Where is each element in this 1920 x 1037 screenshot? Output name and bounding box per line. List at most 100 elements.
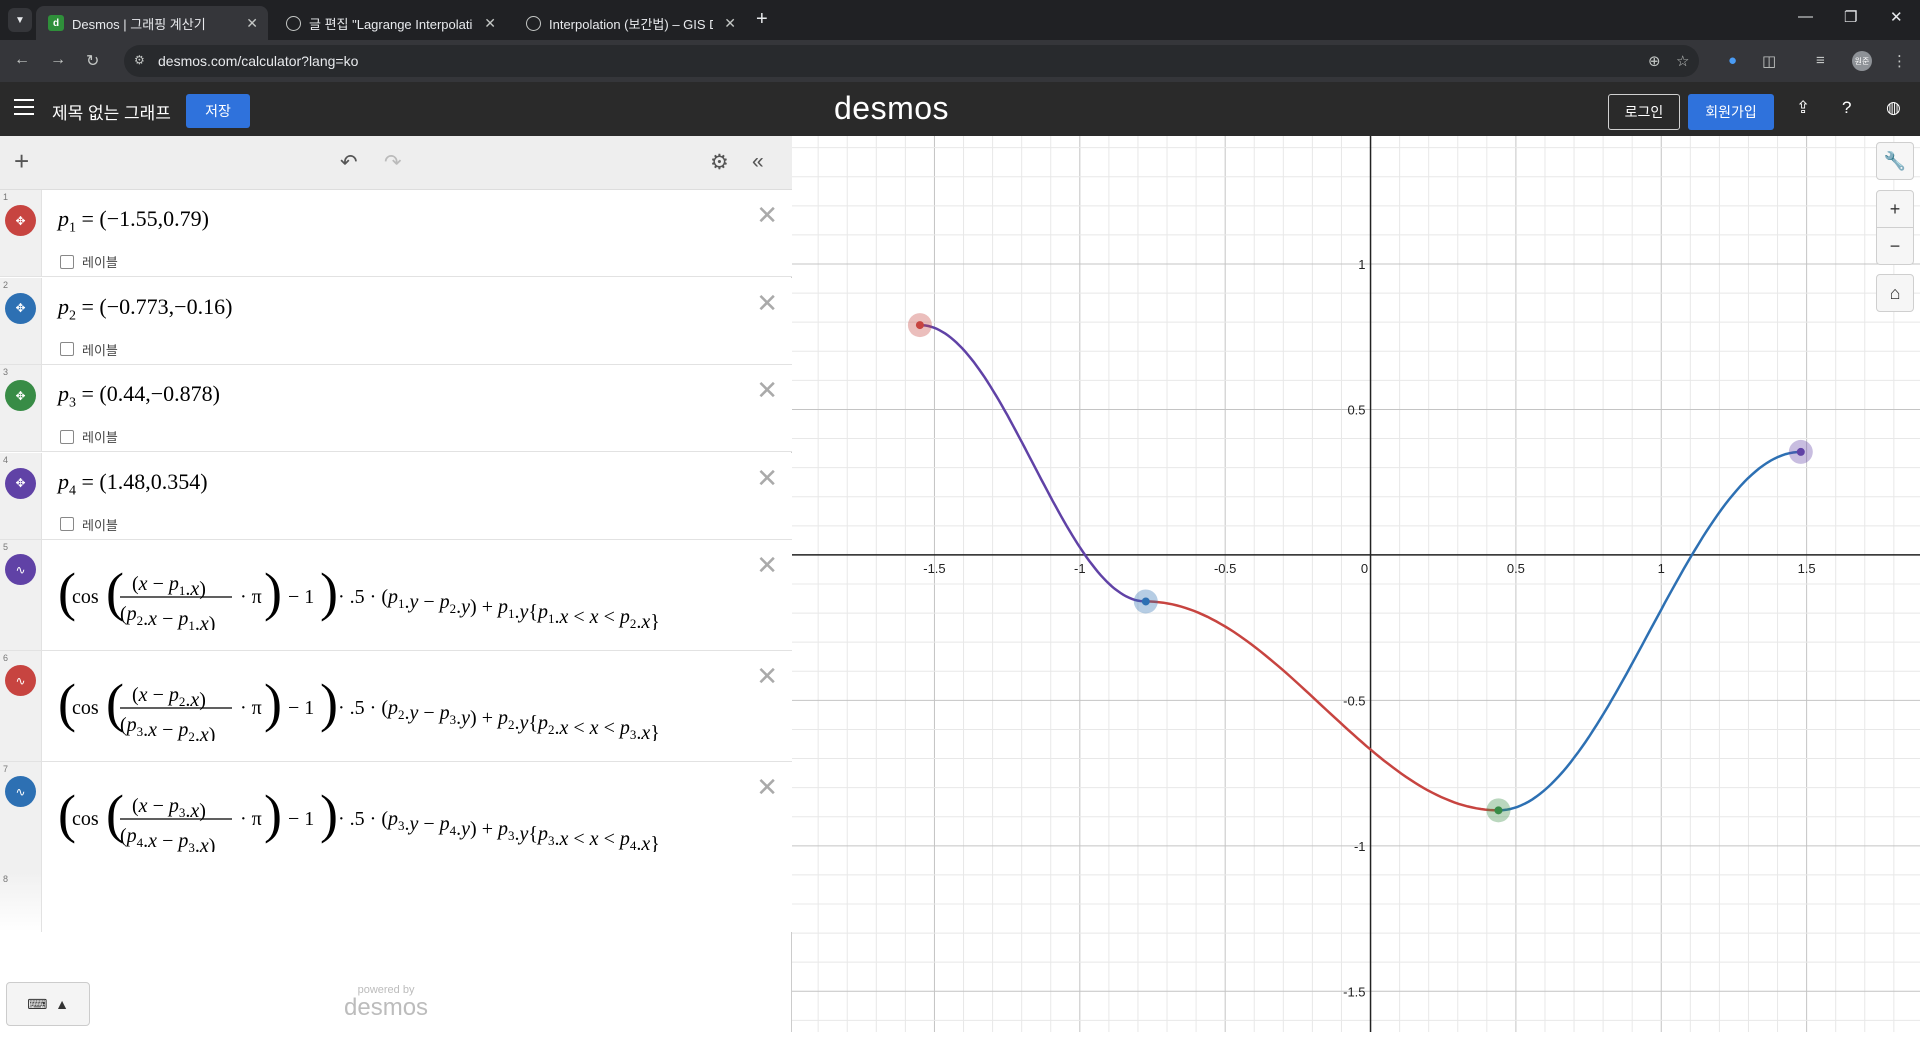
delete-expression-icon[interactable]: ✕	[756, 200, 778, 231]
svg-text:(x − p3.x): (x − p3.x)	[132, 795, 206, 822]
graph-title[interactable]: 제목 없는 그래프	[52, 99, 171, 124]
window-close-icon[interactable]: ✕	[1890, 8, 1903, 26]
y-tick-label: -1.5	[1343, 984, 1365, 999]
graph-canvas[interactable]: -1.5 -1 -0.5 0 0.5 1 1.5 1 0.5 -0.5 -1 -1.5	[792, 136, 1920, 1032]
help-icon[interactable]: ?	[1842, 98, 1851, 118]
point-expression-row[interactable]: 1 ✥ p1 = (−1.55,0.79) 레이블 ✕	[0, 190, 792, 277]
tab-close-icon[interactable]: ✕	[724, 15, 736, 32]
delete-expression-icon[interactable]: ✕	[756, 772, 778, 803]
new-tab-plus-icon[interactable]: +	[756, 8, 768, 31]
share-icon[interactable]: ⇪	[1796, 98, 1810, 118]
collapse-panel-icon[interactable]: «	[752, 150, 764, 174]
language-globe-icon[interactable]: ◍	[1886, 98, 1901, 118]
undo-icon[interactable]: ↶	[340, 150, 358, 175]
formula-expression-row[interactable]: 7 ∿(cos((x − p3.x) (p4.x − p3.x) · π) − 1) · …	[0, 762, 792, 873]
url-text: desmos.com/calculator?lang=ko	[158, 53, 359, 69]
tab-close-icon[interactable]: ✕	[246, 15, 258, 32]
point-expression-row[interactable]: 4 ✥ p4 = (1.48,0.354) 레이블 ✕	[0, 452, 792, 540]
point-name: p	[58, 293, 69, 319]
signup-button[interactable]: 회원가입	[1688, 94, 1774, 130]
graph-settings-wrench-icon[interactable]: 🔧	[1876, 142, 1914, 180]
data-point	[1141, 597, 1150, 606]
formula-math[interactable]: (cos((x − p3.x)(p4.x − p3.x)· π) − 1) · .5…	[58, 782, 738, 852]
browser-tab-interpolation[interactable]: Interpolation (보간법) – GIS Developer ✕	[514, 6, 746, 40]
zoom-in-button[interactable]: +	[1876, 190, 1914, 228]
formula-expression-row[interactable]: 6 ∿(cos((x − p2.x) (p3.x − p2.x) · π) − 1) · …	[0, 651, 792, 762]
curve-style-icon[interactable]: ∿	[5, 554, 36, 585]
reading-list-icon[interactable]: ≡	[1816, 52, 1825, 69]
zoom-out-button[interactable]: −	[1876, 227, 1914, 265]
label-toggle[interactable]: 레이블	[60, 427, 118, 446]
save-button[interactable]: 저장	[186, 94, 250, 128]
extensions-puzzle-icon[interactable]: ◫	[1762, 52, 1776, 70]
drag-point-move-icon[interactable]: ✥	[5, 467, 36, 499]
curve-style-icon[interactable]: ∿	[5, 776, 36, 807]
drag-point-move-icon[interactable]: ✥	[5, 380, 36, 411]
default-viewport-home-icon[interactable]: ⌂	[1876, 274, 1914, 312]
svg-text:): )	[264, 673, 282, 733]
point-math[interactable]: p2 = (−0.773,−0.16)	[58, 294, 232, 324]
data-point	[1796, 447, 1805, 456]
restore-icon[interactable]: ❐	[1844, 8, 1857, 26]
caret-up-icon: ▲	[55, 996, 69, 1012]
delete-expression-icon[interactable]: ✕	[756, 661, 778, 692]
point-expression-row[interactable]: 3 ✥ p3 = (0.44,−0.878) 레이블 ✕	[0, 365, 792, 452]
label-checkbox[interactable]	[60, 517, 74, 531]
settings-gear-icon[interactable]: ⚙	[710, 150, 729, 175]
label-toggle[interactable]: 레이블	[60, 340, 118, 359]
hamburger-menu-icon[interactable]	[14, 99, 34, 115]
point-math[interactable]: p1 = (−1.55,0.79)	[58, 206, 209, 236]
x-tick-label: 0.5	[1507, 561, 1525, 576]
expression-index: 3	[3, 367, 9, 377]
label-checkbox[interactable]	[60, 254, 74, 269]
point-value: (0.44,−0.878)	[99, 381, 220, 406]
forward-arrow-icon[interactable]: →	[50, 51, 66, 69]
reload-icon[interactable]: ↻	[86, 51, 99, 71]
bookmark-star-icon[interactable]: ☆	[1676, 52, 1689, 70]
site-info-icon[interactable]: ⚙	[134, 53, 150, 69]
point-math[interactable]: p4 = (1.48,0.354)	[58, 469, 208, 499]
label-toggle[interactable]: 레이블	[60, 252, 118, 271]
back-arrow-icon[interactable]: ←	[14, 51, 30, 69]
x-tick-label: 1.5	[1798, 561, 1816, 576]
redo-icon[interactable]: ↷	[384, 150, 402, 175]
curve-series	[1498, 450, 1801, 812]
point-subscript: 1	[69, 220, 76, 236]
label-toggle[interactable]: 레이블	[60, 515, 118, 534]
browser-menu-icon[interactable]: ⋮	[1892, 52, 1907, 70]
browser-tab-desmos[interactable]: d Desmos | 그래핑 계산기 ✕	[36, 6, 268, 40]
keypad-toggle-button[interactable]: ⌨ ▲	[6, 982, 90, 1026]
formula-expression-row[interactable]: 5 ∿(cos((x − p1.x) (p2.x − p1.x) · π) − 1) · …	[0, 540, 792, 651]
tab-close-icon[interactable]: ✕	[484, 15, 496, 32]
browser-tab-edit-post[interactable]: 글 편집 "Lagrange Interpolation" ✕	[274, 6, 506, 40]
label-checkbox[interactable]	[60, 429, 74, 444]
drag-point-move-icon[interactable]: ✥	[5, 205, 36, 236]
formula-math[interactable]: (cos((x − p2.x)(p3.x − p2.x)· π) − 1) · .5…	[58, 671, 738, 741]
empty-expression-row[interactable]: 8	[0, 872, 792, 932]
point-expression-row[interactable]: 2 ✥ p2 = (−0.773,−0.16) 레이블 ✕	[0, 277, 792, 365]
tab-search-chevron-icon[interactable]: ▼	[8, 8, 32, 32]
svg-text:cos: cos	[72, 586, 99, 608]
zoom-icon[interactable]: ⊕	[1648, 52, 1661, 70]
delete-expression-icon[interactable]: ✕	[756, 463, 778, 494]
drag-point-move-icon[interactable]: ✥	[5, 292, 36, 324]
point-math[interactable]: p3 = (0.44,−0.878)	[58, 381, 220, 411]
point-name: p	[58, 206, 69, 231]
delete-expression-icon[interactable]: ✕	[756, 288, 778, 319]
delete-expression-icon[interactable]: ✕	[756, 375, 778, 406]
expression-index: 4	[3, 454, 9, 465]
profile-avatar[interactable]: 원준	[1852, 51, 1872, 71]
x-tick-label: -1	[1074, 561, 1086, 576]
label-checkbox[interactable]	[60, 342, 74, 356]
address-bar[interactable]: ⚙ desmos.com/calculator?lang=ko ⊕ ☆	[124, 45, 1699, 77]
data-point	[1494, 806, 1503, 815]
graph-paper[interactable]: -1.5 -1 -0.5 0 0.5 1 1.5 1 0.5 -0.5 -1 -1.5 🔧 + − ⌂	[792, 136, 1920, 1032]
curve-style-icon[interactable]: ∿	[5, 665, 36, 696]
extension-drop-icon[interactable]: ●	[1728, 52, 1737, 69]
minimize-icon[interactable]: —	[1798, 8, 1813, 25]
add-expression-plus-icon[interactable]: +	[14, 146, 29, 177]
point-subscript: 2	[69, 307, 76, 323]
login-button[interactable]: 로그인	[1608, 94, 1680, 130]
formula-math[interactable]: (cos((x − p1.x)(p2.x − p1.x)· π) − 1) · .5…	[58, 560, 738, 630]
delete-expression-icon[interactable]: ✕	[756, 550, 778, 581]
